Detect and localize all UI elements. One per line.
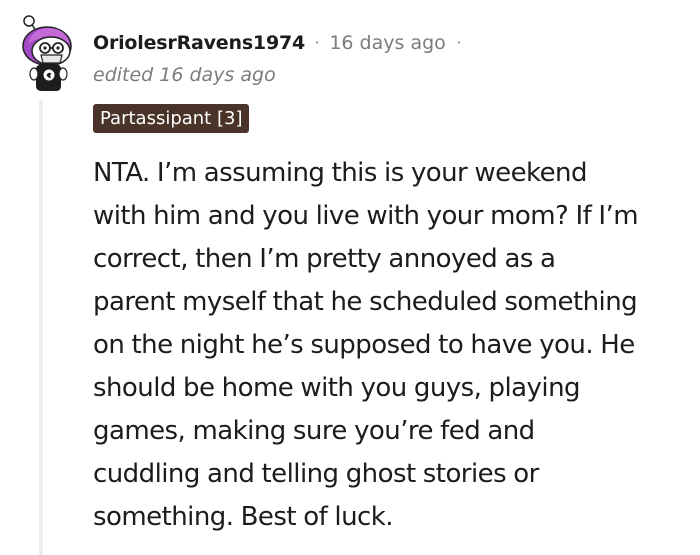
comment-line: parent myself that he scheduled somethin…: [93, 287, 638, 317]
meta-separator-trailing: ·: [455, 32, 463, 53]
user-flair: Partassipant [3]: [93, 104, 250, 133]
comment-line: with him and you live with your mom? If …: [93, 201, 639, 231]
comment-line: something. Best of luck.: [93, 502, 394, 532]
snoo-avatar-icon: [22, 15, 72, 91]
comment-line: correct, then I’m pretty annoyed as a: [93, 244, 556, 274]
comment: OriolesrRavens1974 · 16 days ago · edite…: [0, 0, 700, 555]
comment-line: cuddling and telling ghost stories or: [93, 459, 539, 489]
comment-line: on the night he’s supposed to have you. …: [93, 330, 635, 360]
comment-line: should be home with you guys, playing: [93, 373, 581, 403]
comment-body: NTA. I’m assuming this is your weekend w…: [93, 152, 693, 539]
author-username[interactable]: OriolesrRavens1974: [93, 32, 305, 54]
comment-line: NTA. I’m assuming this is your weekend: [93, 158, 587, 188]
avatar[interactable]: [14, 14, 76, 94]
comment-meta: OriolesrRavens1974 · 16 days ago ·: [93, 29, 462, 57]
comment-line: games, making sure you’re fed and: [93, 416, 535, 446]
edited-label: edited 16 days ago: [93, 64, 276, 86]
comment-timestamp[interactable]: 16 days ago: [329, 32, 445, 54]
meta-separator: ·: [314, 32, 321, 53]
thread-line[interactable]: [39, 100, 43, 555]
